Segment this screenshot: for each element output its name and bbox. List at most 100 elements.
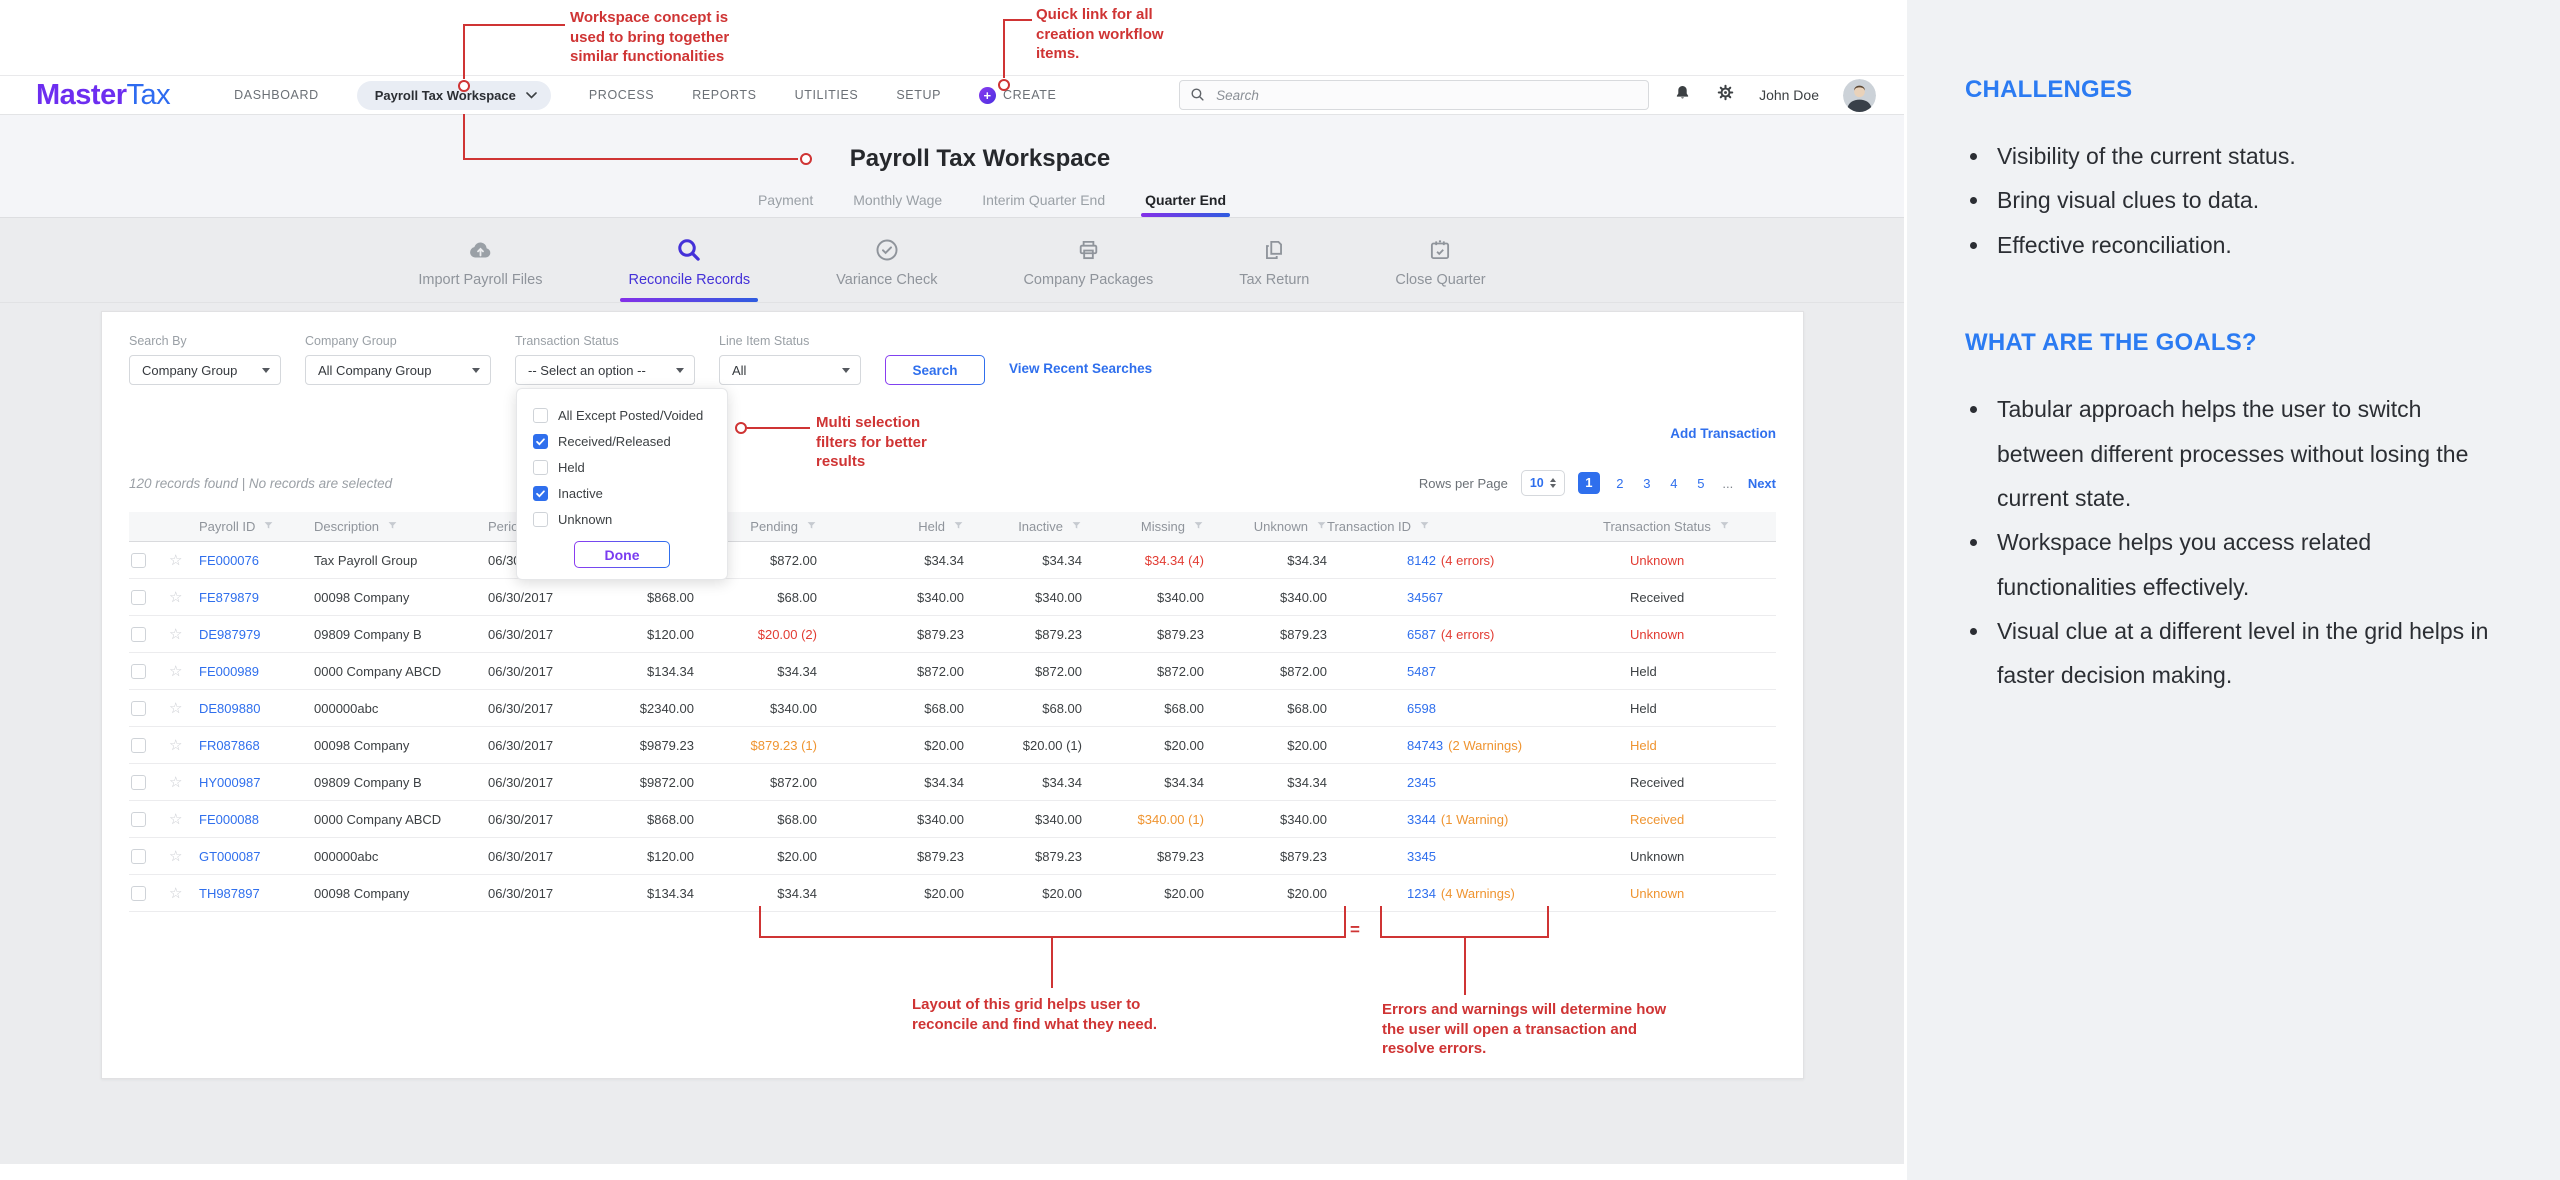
column-header-transaction-status[interactable]: Transaction Status [1603, 519, 1778, 534]
star-icon[interactable]: ☆ [169, 736, 182, 754]
payroll-id-link[interactable]: TH987897 [199, 886, 260, 901]
star-icon[interactable]: ☆ [169, 847, 182, 865]
row-checkbox[interactable] [131, 664, 146, 679]
row-checkbox[interactable] [131, 701, 146, 716]
nav-item-process[interactable]: PROCESS [589, 88, 654, 102]
bell-icon[interactable] [1673, 83, 1692, 108]
filter-funnel-icon[interactable] [1193, 519, 1204, 534]
filter-funnel-icon[interactable] [387, 519, 398, 534]
create-button[interactable]: + CREATE [979, 87, 1056, 104]
star-icon[interactable]: ☆ [169, 773, 182, 791]
add-transaction-link[interactable]: Add Transaction [1670, 426, 1776, 441]
status-option-held[interactable]: Held [531, 454, 713, 480]
feature-tab-import-payroll-files[interactable]: Import Payroll Files [418, 218, 542, 302]
column-header-unknown[interactable]: Unknown [1204, 519, 1327, 534]
payroll-id-link[interactable]: FE879879 [199, 590, 259, 605]
row-checkbox[interactable] [131, 738, 146, 753]
next-page-button[interactable]: Next [1748, 476, 1776, 491]
payroll-id-link[interactable]: DE987979 [199, 627, 260, 642]
filter-funnel-icon[interactable] [1719, 519, 1730, 534]
column-header-transaction-id[interactable]: Transaction ID [1327, 519, 1603, 534]
payroll-id-link[interactable]: FR087868 [199, 738, 260, 753]
feature-tab-reconcile-records[interactable]: Reconcile Records [628, 218, 750, 302]
payroll-id-link[interactable]: FE000989 [199, 664, 259, 679]
filter-funnel-icon[interactable] [1071, 519, 1082, 534]
feature-tab-tax-return[interactable]: Tax Return [1239, 218, 1309, 302]
status-option-all-except-posted-voided[interactable]: All Except Posted/Voided [531, 402, 713, 428]
filter-select-search-by[interactable]: Company Group [129, 355, 281, 385]
row-checkbox[interactable] [131, 553, 146, 568]
transaction-id-link[interactable]: 8142 [1407, 553, 1436, 568]
row-checkbox[interactable] [131, 775, 146, 790]
transaction-id-link[interactable]: 6587 [1407, 627, 1436, 642]
gear-icon[interactable] [1716, 83, 1735, 107]
payroll-id-link[interactable]: FE000088 [199, 812, 259, 827]
transaction-id-link[interactable]: 84743 [1407, 738, 1443, 753]
subtab-interim-quarter-end[interactable]: Interim Quarter End [982, 192, 1105, 217]
feature-tab-variance-check[interactable]: Variance Check [836, 218, 937, 302]
star-icon[interactable]: ☆ [169, 588, 182, 606]
star-icon[interactable]: ☆ [169, 662, 182, 680]
filter-funnel-icon[interactable] [263, 519, 274, 534]
column-header-missing[interactable]: Missing [1082, 519, 1204, 534]
filter-funnel-icon[interactable] [1419, 519, 1430, 534]
subtab-payment[interactable]: Payment [758, 192, 813, 217]
status-option-unknown[interactable]: Unknown [531, 506, 713, 532]
page-button-4[interactable]: 4 [1667, 476, 1681, 491]
transaction-id-link[interactable]: 3345 [1407, 849, 1436, 864]
column-header-payroll-id[interactable]: Payroll ID [199, 519, 314, 534]
row-checkbox[interactable] [131, 590, 146, 605]
subtab-monthly-wage[interactable]: Monthly Wage [853, 192, 942, 217]
checkbox-checked-icon[interactable] [533, 434, 548, 449]
row-checkbox[interactable] [131, 886, 146, 901]
nav-item-dashboard[interactable]: DASHBOARD [234, 88, 319, 102]
nav-item-utilities[interactable]: UTILITIES [795, 88, 859, 102]
payroll-id-link[interactable]: FE000076 [199, 553, 259, 568]
feature-tab-company-packages[interactable]: Company Packages [1023, 218, 1153, 302]
page-button-3[interactable]: 3 [1640, 476, 1654, 491]
rows-per-page-stepper[interactable]: 10 [1521, 470, 1565, 496]
column-header-held[interactable]: Held [817, 519, 964, 534]
filter-funnel-icon[interactable] [806, 519, 817, 534]
page-button-1[interactable]: 1 [1578, 472, 1600, 494]
checkbox-icon[interactable] [533, 512, 548, 527]
checkbox-checked-icon[interactable] [533, 486, 548, 501]
avatar[interactable] [1843, 79, 1876, 112]
checkbox-icon[interactable] [533, 460, 548, 475]
page-button-5[interactable]: 5 [1694, 476, 1708, 491]
transaction-id-link[interactable]: 2345 [1407, 775, 1436, 790]
star-icon[interactable]: ☆ [169, 625, 182, 643]
status-option-received-released[interactable]: Received/Released [531, 428, 713, 454]
transaction-id-link[interactable]: 3344 [1407, 812, 1436, 827]
payroll-id-link[interactable]: DE809880 [199, 701, 260, 716]
nav-item-setup[interactable]: SETUP [896, 88, 941, 102]
star-icon[interactable]: ☆ [169, 699, 182, 717]
transaction-id-link[interactable]: 6598 [1407, 701, 1436, 716]
filter-select-line-item-status[interactable]: All [719, 355, 861, 385]
search-input[interactable] [1179, 80, 1649, 110]
filter-select-company-group[interactable]: All Company Group [305, 355, 491, 385]
star-icon[interactable]: ☆ [169, 810, 182, 828]
nav-item-reports[interactable]: REPORTS [692, 88, 756, 102]
star-icon[interactable]: ☆ [169, 884, 182, 902]
star-icon[interactable]: ☆ [169, 551, 182, 569]
search-button[interactable]: Search [885, 355, 985, 385]
transaction-id-link[interactable]: 34567 [1407, 590, 1443, 605]
column-header-description[interactable]: Description [314, 519, 488, 534]
row-checkbox[interactable] [131, 812, 146, 827]
feature-tab-close-quarter[interactable]: Close Quarter [1395, 218, 1485, 302]
checkbox-icon[interactable] [533, 408, 548, 423]
payroll-id-link[interactable]: GT000087 [199, 849, 260, 864]
filter-funnel-icon[interactable] [953, 519, 964, 534]
done-button[interactable]: Done [574, 541, 670, 568]
column-header-inactive[interactable]: Inactive [964, 519, 1082, 534]
payroll-id-link[interactable]: HY000987 [199, 775, 260, 790]
nav-workspace-pill[interactable]: Payroll Tax Workspace [357, 81, 551, 110]
filter-funnel-icon[interactable] [1316, 519, 1327, 534]
transaction-id-link[interactable]: 1234 [1407, 886, 1436, 901]
page-button-2[interactable]: 2 [1613, 476, 1627, 491]
row-checkbox[interactable] [131, 849, 146, 864]
subtab-quarter-end[interactable]: Quarter End [1145, 192, 1226, 217]
view-recent-searches-link[interactable]: View Recent Searches [1009, 361, 1152, 383]
transaction-id-link[interactable]: 5487 [1407, 664, 1436, 679]
